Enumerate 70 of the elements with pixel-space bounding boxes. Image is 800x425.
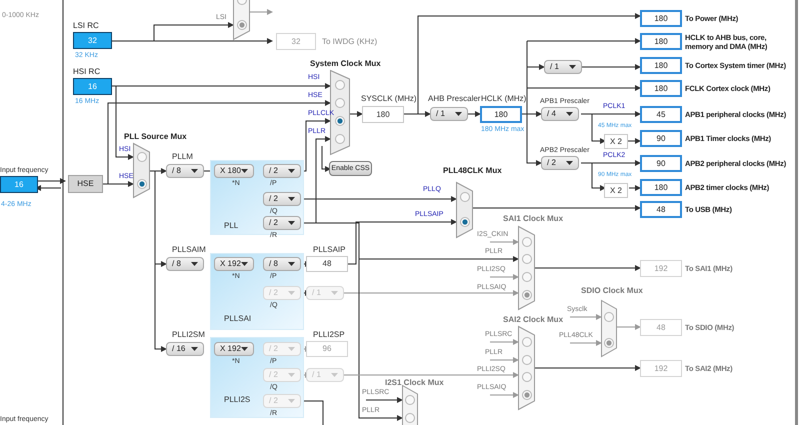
caret-icon	[288, 347, 295, 351]
value-box[interactable]: 48	[306, 256, 348, 272]
output-box[interactable]: 45	[640, 106, 682, 123]
output-box[interactable]: 48	[640, 201, 682, 218]
caret-icon	[191, 169, 198, 173]
output-label: To IWDG (KHz)	[322, 38, 378, 46]
pll-name: PLLI2S	[224, 396, 250, 404]
divider-dropdown[interactable]: X 192	[214, 257, 254, 271]
divider-title: PLLI2SM	[172, 331, 205, 339]
caret-icon	[288, 221, 295, 225]
divider-title: PLLM	[172, 153, 193, 161]
mux-title: SDIO Clock Mux	[581, 287, 643, 295]
caret-icon	[191, 347, 198, 351]
mux-title: SAI1 Clock Mux	[503, 215, 564, 223]
sysclk-label: SYSCLK (MHz)	[361, 95, 417, 103]
prescaler-title: AHB Prescaler	[428, 95, 480, 103]
caret-icon	[288, 169, 295, 173]
mux-title: I2S1 Clock Mux	[385, 379, 444, 387]
caret-icon	[331, 291, 338, 295]
output-box[interactable]: 180	[640, 10, 682, 27]
divider-dropdown[interactable]: / 8	[263, 257, 301, 271]
divider-dropdown[interactable]: X 180	[214, 164, 254, 178]
output-box[interactable]: 180	[640, 179, 682, 196]
multiplier-box[interactable]: X 2	[604, 183, 628, 198]
divider-dropdown[interactable]: / 1	[544, 60, 582, 74]
multiplier-box[interactable]: X 2	[604, 134, 628, 149]
divider-dropdown[interactable]: / 4	[541, 107, 579, 121]
divider-dropdown[interactable]: / 2	[263, 216, 301, 230]
divider-dropdown[interactable]: / 2	[541, 156, 579, 170]
mux-title: PLL48CLK Mux	[443, 167, 502, 175]
caret-icon	[455, 112, 462, 116]
source-title: LSI RC	[73, 22, 99, 30]
pll-name: PLLSAI	[224, 315, 252, 323]
value-box[interactable]: 180	[480, 106, 522, 123]
output-box[interactable]: 180	[640, 80, 682, 97]
hse-box[interactable]: HSE	[68, 175, 103, 193]
divider-dropdown[interactable]: / 2	[263, 164, 301, 178]
caret-icon	[241, 347, 248, 351]
divider-dropdown[interactable]: / 2	[263, 192, 301, 206]
caret-icon	[288, 262, 295, 266]
caret-icon	[288, 197, 295, 201]
divider-dropdown[interactable]: X 192	[214, 342, 254, 356]
divider-title: PLLSAIM	[172, 246, 206, 254]
caret-icon	[331, 373, 338, 377]
caret-icon	[241, 169, 248, 173]
output-box[interactable]: 180	[640, 33, 682, 50]
output-box[interactable]: 90	[640, 130, 682, 147]
hclk-label: HCLK (MHz)	[481, 95, 526, 103]
divider-dropdown[interactable]: / 8	[166, 164, 204, 178]
caret-icon	[288, 291, 295, 295]
caret-icon	[191, 262, 198, 266]
output-box[interactable]: 90	[640, 155, 682, 172]
mux-title: System Clock Mux	[310, 60, 381, 68]
caret-icon	[569, 65, 576, 69]
source-title: HSI RC	[73, 68, 100, 76]
divider-dropdown[interactable]: / 1	[430, 107, 468, 121]
caret-icon	[241, 262, 248, 266]
output-title: PLLI2SP	[313, 331, 345, 339]
caret-icon	[566, 161, 573, 165]
value-box[interactable]: 180	[362, 106, 404, 123]
caret-icon	[288, 373, 295, 377]
pll-name: PLL	[224, 222, 238, 230]
caret-icon	[288, 399, 295, 403]
divider-dropdown[interactable]: / 8	[166, 257, 204, 271]
output-title: PLLSAIP	[313, 246, 346, 254]
divider-dropdown[interactable]: / 16	[166, 342, 204, 356]
mux-title: SAI2 Clock Mux	[503, 316, 564, 324]
caret-icon	[566, 112, 573, 116]
output-box[interactable]: 180	[640, 57, 682, 74]
mux-title: PLL Source Mux	[124, 133, 187, 141]
